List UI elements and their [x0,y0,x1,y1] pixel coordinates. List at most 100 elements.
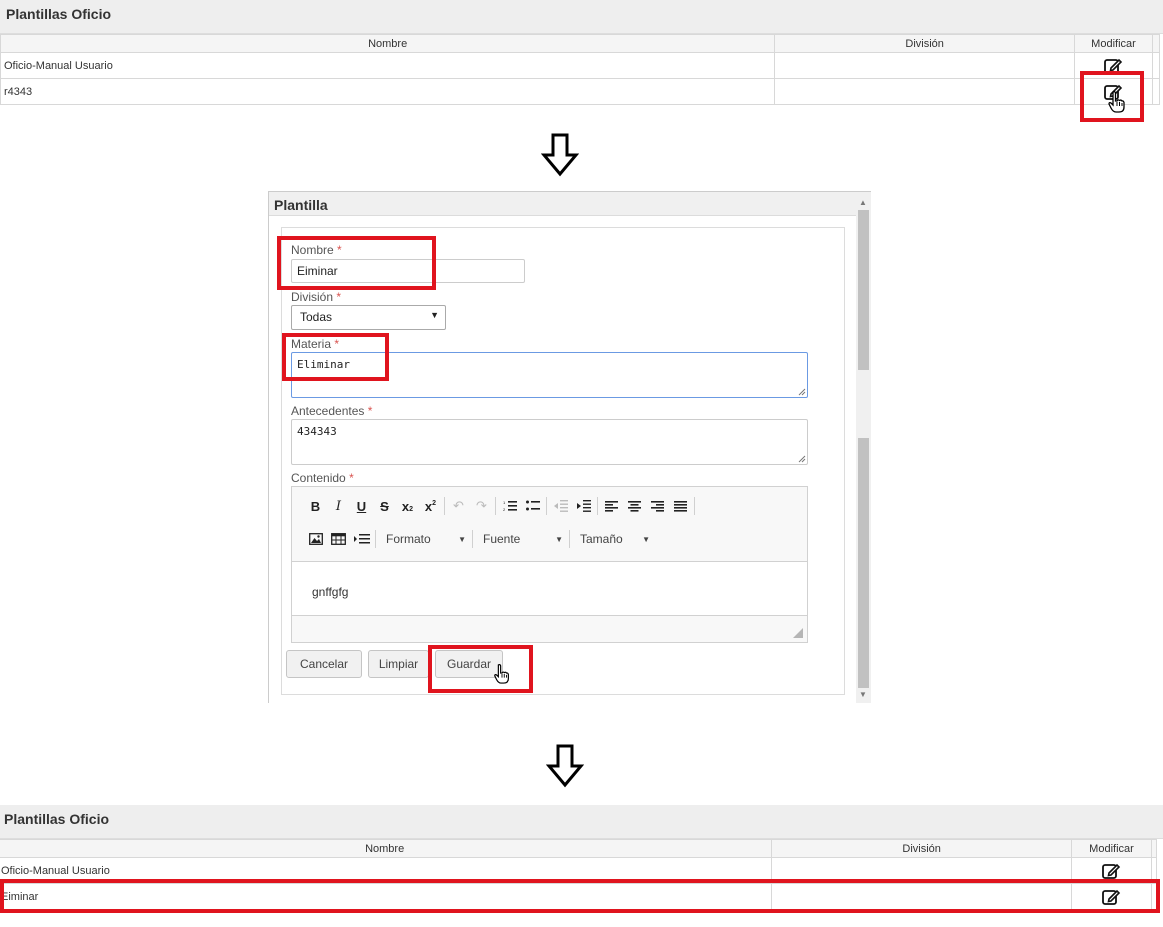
editor-toolbar-row-1: B I U S x2 x2 ↶ ↷ 12 [304,496,697,516]
col-modificar[interactable]: Modificar [1071,839,1152,858]
cell-extra [1151,78,1161,105]
bullet-list-icon[interactable] [521,496,544,516]
materia-label: Materia * [291,337,340,351]
subscript-icon[interactable]: x2 [396,496,419,516]
col-modificar[interactable]: Modificar [1074,34,1153,53]
cell-division [774,78,1076,105]
size-dropdown[interactable]: Tamaño ▼ [572,532,654,546]
align-right-icon[interactable] [646,496,669,516]
cell-extra [1150,857,1158,884]
scroll-down-arrow-icon[interactable]: ▼ [859,690,867,699]
scroll-thumb-lower[interactable] [858,438,869,688]
align-justify-icon[interactable] [669,496,692,516]
toolbar-separator [495,497,496,515]
bottom-panel-title: Plantillas Oficio [0,805,1163,839]
required-mark: * [337,243,342,257]
underline-icon[interactable]: U [350,496,373,516]
bold-icon[interactable]: B [304,496,327,516]
antecedentes-textarea[interactable]: 434343 [291,419,808,465]
format-dropdown[interactable]: Formato ▼ [378,532,470,546]
table-row[interactable]: r4343 [0,78,1161,105]
toolbar-separator [597,497,598,515]
edit-icon[interactable] [1101,862,1121,880]
top-templates-table: Nombre División Modificar Oficio-Manual … [0,34,1161,105]
required-mark: * [349,471,354,485]
chevron-down-icon: ▼ [642,534,650,544]
col-division[interactable]: División [771,839,1073,858]
cancel-button[interactable]: Cancelar [286,650,362,678]
toolbar-separator [694,497,695,515]
edit-button[interactable] [1071,857,1152,884]
outdent-icon[interactable] [549,496,572,516]
scroll-up-arrow-icon[interactable]: ▲ [859,198,867,207]
svg-text:1: 1 [503,500,506,505]
contenido-label: Contenido * [291,471,354,485]
undo-icon[interactable]: ↶ [447,496,470,516]
table-row[interactable]: Oficio-Manual Usuario [0,52,1161,79]
italic-icon[interactable]: I [327,496,350,516]
table-row[interactable]: Oficio-Manual Usuario [0,857,1158,884]
edit-button[interactable] [1074,52,1153,79]
required-mark: * [367,404,373,418]
table-icon[interactable] [327,529,350,549]
resize-handle-icon[interactable] [798,455,806,463]
top-templates-panel: Plantillas Oficio Nombre División Modifi… [0,0,1163,113]
cell-extra [1151,52,1161,79]
cell-division [771,883,1073,910]
materia-textarea[interactable]: Eliminar [291,352,808,398]
numbered-list-icon[interactable]: 12 [498,496,521,516]
edit-icon[interactable] [1101,888,1121,906]
nombre-label: Nombre * [291,243,342,257]
antecedentes-label: Antecedentes * [291,404,373,418]
nombre-input[interactable]: Eiminar [291,259,525,283]
col-nombre[interactable]: Nombre [0,839,773,858]
table-row[interactable]: Eiminar [0,883,1158,910]
hand-cursor-icon [494,664,509,684]
strikethrough-icon[interactable]: S [373,496,396,516]
cell-nombre: Eiminar [0,883,773,910]
clear-button[interactable]: Limpiar [368,650,429,678]
image-icon[interactable] [304,529,327,549]
division-label: División * [291,290,342,304]
top-panel-title: Plantillas Oficio [0,0,1163,34]
required-mark: * [334,337,340,351]
bottom-templates-panel: Plantillas Oficio Nombre División Modifi… [0,805,1163,917]
dropdown-arrow-icon: ▼ [430,310,439,320]
form-title: Plantilla [269,192,856,216]
align-left-icon[interactable] [600,496,623,516]
align-center-icon[interactable] [623,496,646,516]
chevron-down-icon: ▼ [458,534,466,544]
division-select[interactable]: Todas ▼ [291,305,446,330]
resize-handle-icon[interactable] [793,628,803,638]
col-extra [1151,34,1161,53]
toolbar-separator [546,497,547,515]
superscript-icon[interactable]: x2 [419,496,442,516]
horizontal-rule-icon[interactable] [350,529,373,549]
required-mark: * [336,290,342,304]
table-header-row: Nombre División Modificar [0,34,1161,53]
hand-cursor-icon [1108,91,1125,113]
edit-icon[interactable] [1103,57,1123,75]
template-form-window: Plantilla ▲ ▼ Nombre * Eiminar División … [268,191,871,703]
redo-icon[interactable]: ↷ [470,496,493,516]
down-arrow-icon [546,744,584,788]
cell-extra [1150,883,1158,910]
col-extra [1150,839,1158,858]
edit-button[interactable] [1071,883,1152,910]
cell-division [774,52,1076,79]
editor-content-area[interactable]: gnffgfg [292,561,807,616]
form-body-bottom-border [281,694,845,695]
col-nombre[interactable]: Nombre [0,34,776,53]
resize-handle-icon[interactable] [798,388,806,396]
toolbar-separator [569,530,570,548]
rich-text-editor: B I U S x2 x2 ↶ ↷ 12 Formato ▼ Fuente ▼ … [291,486,808,643]
col-division[interactable]: División [774,34,1076,53]
down-arrow-icon [541,133,579,177]
cell-nombre: r4343 [0,78,776,105]
table-header-row: Nombre División Modificar [0,839,1158,858]
editor-toolbar-row-2: Formato ▼ Fuente ▼ Tamaño ▼ [304,529,654,549]
cell-division [771,857,1073,884]
font-dropdown[interactable]: Fuente ▼ [475,532,567,546]
scroll-thumb[interactable] [858,210,869,370]
indent-icon[interactable] [572,496,595,516]
